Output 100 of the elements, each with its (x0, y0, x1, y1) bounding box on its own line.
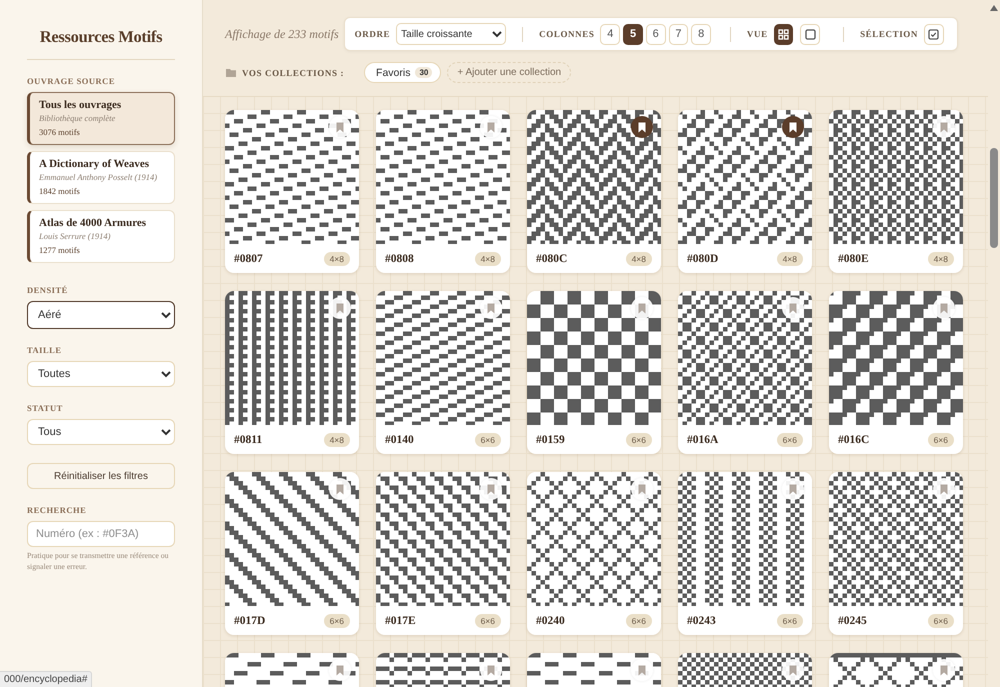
motif-card[interactable]: #017D 6×6 (225, 472, 359, 635)
bookmark-icon (335, 302, 345, 314)
size-tag: 6×6 (776, 432, 803, 446)
section-label: OUVRAGE SOURCE (27, 76, 116, 86)
size-tag: 4×8 (928, 252, 954, 266)
motif-card[interactable]: #080C 4×8 (527, 110, 661, 273)
size-tag: 4×8 (776, 252, 803, 266)
bookmark-icon (486, 664, 496, 676)
status-url: 000/encyclopedia# (0, 671, 92, 687)
motif-card[interactable]: #0240 6×6 (527, 472, 661, 635)
result-count: Affichage de 233 motifs (225, 26, 339, 42)
size-tag: 6×6 (776, 614, 803, 628)
motif-number: #080C (536, 252, 568, 264)
size-tag: 6×6 (928, 614, 954, 628)
size-tag: 4×8 (324, 252, 350, 266)
motif-number: #0140 (385, 434, 414, 446)
toolbar-label: SÉLECTION (860, 29, 918, 39)
count-badge: 30 (415, 67, 432, 78)
motif-number: #017E (385, 614, 416, 626)
folder-icon (226, 68, 236, 76)
motif-number: #016C (838, 434, 870, 446)
bookmark-icon (939, 484, 949, 494)
column-count-button[interactable]: 8 (691, 24, 711, 44)
scroll-up-icon[interactable] (990, 5, 998, 11)
bookmark-icon (637, 122, 647, 132)
source-card[interactable]: A Dictionary of Weaves Emmanuel Anthony Posselt (1914) 1842 motifs (27, 151, 175, 204)
motif-number: #0245 (838, 614, 867, 626)
toolbar-label: COLONNES (539, 29, 594, 39)
source-card[interactable]: Atlas de 4000 Armures Louis Serrure (1914) 1277 motifs (27, 210, 175, 263)
reset-filters-button[interactable]: Réinitialiser les filtres (27, 463, 175, 489)
motif-card[interactable]: #0811 4×8 (225, 291, 359, 454)
motif-number: #080E (838, 252, 869, 264)
motif-card[interactable]: #0807 4×8 (225, 110, 359, 273)
selection-button[interactable] (924, 24, 944, 44)
motif-card[interactable]: #0159 6×6 (527, 291, 661, 454)
toolbar-label: VUE (746, 29, 768, 39)
bookmark-icon (788, 664, 798, 676)
motif-number: #0807 (234, 252, 263, 264)
collections-label: VOS COLLECTIONS : (242, 68, 344, 78)
motif-card[interactable]: #0243 6×6 (678, 472, 812, 635)
motif-card[interactable]: #016A 6×6 (678, 291, 812, 454)
toolbar-label: ORDRE (354, 29, 390, 39)
square-view-icon (804, 28, 816, 40)
bookmark-icon (637, 664, 647, 676)
bookmark-icon (637, 302, 647, 314)
bookmark-icon (939, 664, 949, 676)
bookmark-icon (486, 122, 496, 132)
bookmark-icon (335, 484, 345, 494)
motif-card[interactable]: #0245 6×6 (829, 472, 963, 635)
column-count-button[interactable]: 5 (623, 24, 643, 44)
view-button[interactable] (774, 24, 794, 44)
motif-card[interactable]: #080E 4×8 (829, 110, 963, 273)
bookmark-icon (788, 302, 798, 314)
bookmark-icon (486, 302, 496, 314)
motif-number: #0159 (536, 434, 565, 446)
motif-card[interactable]: #017E 6×6 (376, 472, 510, 635)
bookmark-icon (788, 122, 798, 132)
filter-label: RECHERCHE (27, 505, 88, 515)
motif-number: #0243 (687, 614, 716, 626)
column-count-button[interactable]: 4 (600, 24, 620, 44)
order-select[interactable]: Taille croissante (396, 23, 506, 45)
motif-number: #017D (234, 614, 266, 626)
grid-view-icon (778, 28, 790, 40)
motif-number: #016A (687, 434, 718, 446)
column-count-button[interactable]: 7 (668, 24, 688, 44)
filter-select[interactable]: Aéré (27, 301, 175, 329)
bookmark-icon (335, 664, 345, 676)
bookmark-icon (335, 122, 345, 132)
filter-label: TAILLE (27, 345, 62, 355)
search-field[interactable]: Numéro (ex : #0F3A) (27, 521, 175, 547)
motif-number: #0808 (385, 252, 414, 264)
add-collection-button[interactable]: + Ajouter une collection (447, 62, 572, 83)
motif-card[interactable]: #016C 6×6 (829, 291, 963, 454)
filter-select[interactable]: Toutes (27, 361, 175, 387)
size-tag: 6×6 (474, 432, 501, 446)
motif-card[interactable]: #0808 4×8 (376, 110, 510, 273)
filter-select[interactable]: Tous (27, 419, 175, 445)
size-tag: 4×8 (626, 252, 652, 266)
filter-label: STATUT (27, 403, 64, 413)
size-tag: 4×8 (474, 252, 501, 266)
column-count-button[interactable]: 6 (646, 24, 666, 44)
filter-label: DENSITÉ (27, 285, 69, 295)
motif-number: #0811 (234, 434, 262, 446)
bookmark-icon (939, 122, 949, 132)
size-tag: 6×6 (626, 432, 652, 446)
bookmark-icon (486, 484, 496, 494)
collection-chip[interactable]: Favoris 30 (364, 62, 442, 83)
motif-number: #0240 (536, 614, 565, 626)
size-tag: 6×6 (626, 614, 652, 628)
size-tag: 6×6 (928, 432, 954, 446)
bookmark-icon (637, 484, 647, 494)
bookmark-icon (939, 302, 949, 314)
motif-card[interactable]: #080D 4×8 (678, 110, 812, 273)
bookmark-icon (788, 484, 798, 494)
checkbox-icon (928, 28, 940, 40)
source-card[interactable]: Tous les ouvrages Bibliothèque complète 3076 motifs (27, 92, 175, 145)
size-tag: 6×6 (324, 614, 350, 628)
size-tag: 6×6 (474, 614, 501, 628)
scrollbar-thumb[interactable] (990, 148, 998, 248)
motif-card[interactable]: #0140 6×6 (376, 291, 510, 454)
